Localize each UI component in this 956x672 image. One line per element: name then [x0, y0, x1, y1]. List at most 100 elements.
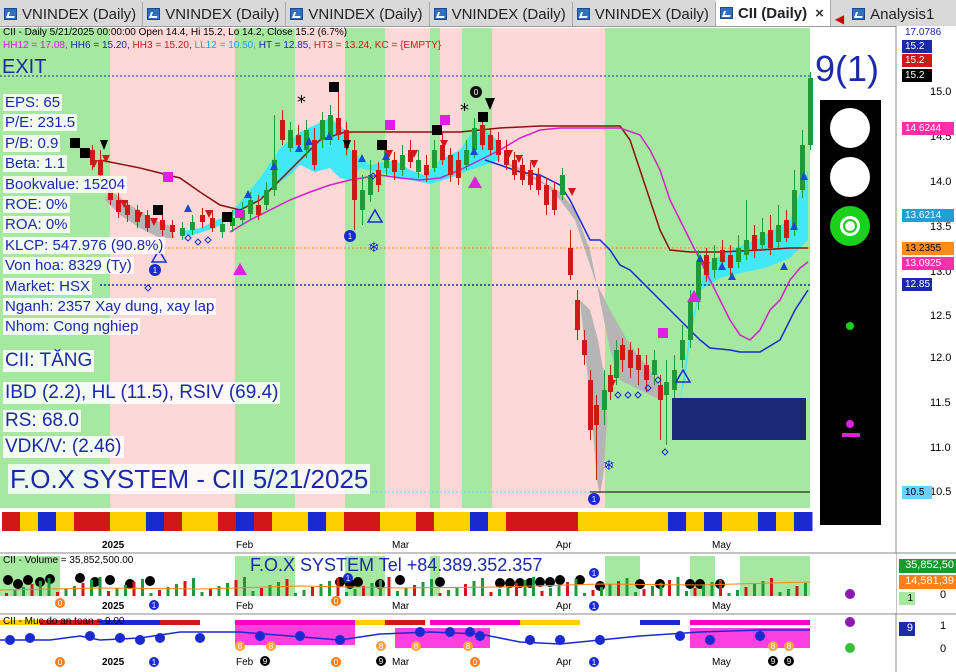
- price-tick: 13.5: [930, 221, 952, 233]
- volume-bar: [243, 577, 246, 596]
- marker-one: 1: [153, 266, 158, 275]
- volume-bar: [115, 588, 119, 596]
- safety-marker-label: 8: [466, 642, 471, 651]
- volume-bar: [226, 583, 229, 596]
- stripe-segment: [164, 512, 183, 531]
- candle-up: [320, 120, 325, 140]
- price-tick: 11.5: [930, 397, 951, 409]
- volume-marker-label: 1: [152, 601, 157, 610]
- fundamental-item: Nhom: Cong nghiep: [3, 318, 141, 336]
- chart-icon: [147, 8, 161, 20]
- safety-band: [160, 620, 200, 625]
- safety-dot: [465, 627, 475, 637]
- candle-down: [720, 250, 725, 262]
- stripe-segment: [218, 512, 237, 531]
- tab-vnindex-4[interactable]: VNINDEX (Daily): [430, 2, 573, 26]
- light-red-off: [830, 108, 870, 148]
- candle-down: [496, 140, 501, 155]
- safety-marker-label: 8: [414, 642, 419, 651]
- volume-bar: [642, 589, 646, 596]
- candle-up: [652, 360, 657, 375]
- fundamental-item: ROE: 0%: [3, 196, 70, 213]
- safety-marker-label: 8: [787, 642, 792, 651]
- volume-bar: [328, 581, 331, 596]
- price-tag: 13.0925: [902, 257, 954, 270]
- volume-bar: [260, 588, 263, 596]
- candle-down: [784, 220, 789, 238]
- tab-cii[interactable]: CII (Daily) ×: [715, 0, 831, 26]
- volume-bar: [804, 583, 807, 596]
- month-label: 2025: [102, 657, 125, 668]
- fundamental-item: EPS: 65: [3, 94, 63, 111]
- candle-up: [416, 160, 421, 172]
- volume-marker-label: 1: [592, 602, 597, 611]
- fundamental-item: Market: HSX: [3, 277, 93, 295]
- safety-signal-dot: [845, 617, 855, 627]
- candle-down: [594, 405, 599, 425]
- volume-bar: [625, 578, 629, 596]
- volume-bar: [557, 585, 561, 596]
- tab-vnindex-5[interactable]: VNINDEX (Daily): [573, 2, 716, 26]
- volume-dot: [685, 579, 695, 589]
- target-box: [672, 398, 806, 440]
- price-tag: 10.5: [902, 486, 932, 499]
- stripe-segment: [542, 512, 561, 531]
- tab-bar: VNINDEX (Daily) VNINDEX (Daily) VNINDEX …: [0, 0, 956, 27]
- stripe-segment: [506, 512, 525, 531]
- candle-up: [432, 150, 437, 168]
- candle-down: [552, 190, 557, 210]
- volume-bar: [778, 592, 782, 596]
- close-tab-icon[interactable]: ×: [815, 5, 824, 22]
- candle-down: [528, 170, 533, 185]
- ll12-value: LL12 = 10.50,: [194, 40, 256, 51]
- tab-vnindex-3[interactable]: VNINDEX (Daily): [286, 2, 430, 26]
- tab-scroll-icon[interactable]: ◀: [831, 12, 848, 26]
- stripe-segment: [704, 512, 723, 531]
- price-tick: 12.0: [930, 352, 952, 364]
- volume-bar: [549, 588, 552, 596]
- safety-dot: [335, 635, 345, 645]
- stripe-segment: [398, 512, 417, 531]
- volume-bar: [753, 584, 756, 596]
- candle-down: [256, 205, 261, 215]
- tab-vnindex-2[interactable]: VNINDEX (Daily): [143, 2, 287, 26]
- volume-bar: [98, 577, 102, 596]
- volume-bar: [192, 578, 195, 596]
- tab-analysis1[interactable]: Analysis1: [848, 2, 940, 26]
- safety-marker-label: 0: [58, 658, 63, 667]
- hh3-value: HH3 = 15.20,: [132, 40, 192, 51]
- svg-text:*: *: [297, 92, 306, 113]
- candle-down: [125, 205, 130, 215]
- volume-bar: [634, 592, 637, 596]
- stripe-segment: [380, 512, 399, 531]
- chart-icon: [4, 8, 17, 20]
- candle-down: [336, 118, 341, 135]
- volume-bar: [47, 578, 51, 596]
- candle-down: [636, 355, 641, 370]
- candle-down: [480, 125, 485, 145]
- month-label: Apr: [556, 657, 572, 668]
- chart-icon: [433, 8, 447, 20]
- fundamental-item: P/E: 231.5: [3, 114, 78, 132]
- price-tag: 13.2355: [902, 242, 954, 255]
- volume-dot: [3, 575, 13, 585]
- tab-vnindex-1[interactable]: VNINDEX (Daily): [0, 2, 144, 26]
- safety-axis-0: 0: [940, 643, 947, 655]
- signal-exit: EXIT: [2, 56, 47, 78]
- candle-up: [736, 248, 741, 262]
- vdk-status: VDK/V: (2.46): [3, 436, 124, 458]
- safety-dot: [595, 635, 605, 645]
- stripe-segment: [578, 512, 597, 531]
- green-zone: [430, 28, 440, 508]
- volume-bar: [489, 592, 493, 596]
- chart-icon: [852, 8, 866, 20]
- fundamental-item: KLCP: 547.976 (90.8%): [3, 236, 166, 254]
- safety-band: [385, 620, 425, 625]
- safety-marker-label: 0: [334, 658, 339, 667]
- price-tag: 15.2: [902, 54, 932, 67]
- safety-dot: [5, 635, 15, 645]
- month-label: Feb: [236, 657, 254, 668]
- price-tick: 10.5: [930, 486, 952, 498]
- stripe-segment: [182, 512, 201, 531]
- stripe-segment: [200, 512, 219, 531]
